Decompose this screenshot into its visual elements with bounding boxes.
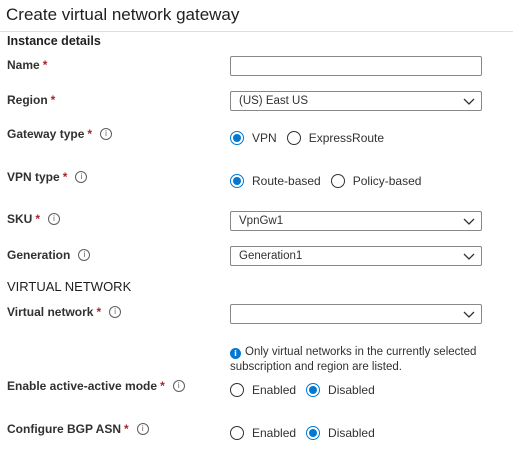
radio-label: Disabled — [328, 383, 375, 397]
chevron-down-icon — [463, 253, 475, 260]
required-marker: * — [50, 93, 56, 107]
info-icon[interactable]: i — [78, 249, 91, 261]
generation-label-text: Generation — [7, 248, 71, 262]
region-dropdown[interactable]: (US) East US — [230, 91, 482, 111]
generation-dropdown[interactable]: Generation1 — [230, 246, 482, 266]
active-active-label-text: Enable active-active mode — [7, 379, 158, 393]
sku-value: VpnGw1 — [239, 215, 284, 227]
vpn-type-label-text: VPN type — [7, 170, 60, 184]
required-marker: * — [96, 305, 102, 319]
info-filled-icon: i — [230, 348, 241, 359]
info-icon[interactable]: i — [172, 380, 185, 392]
radio-selected-icon — [306, 426, 321, 440]
info-icon[interactable]: i — [109, 306, 122, 318]
chevron-down-icon — [463, 218, 475, 225]
name-input[interactable] — [230, 56, 482, 76]
radio-label: Enabled — [252, 383, 297, 397]
sku-label-text: SKU — [7, 212, 33, 226]
radio-selected-icon — [230, 131, 244, 145]
required-marker: * — [87, 127, 93, 141]
generation-value: Generation1 — [239, 250, 303, 262]
sku-dropdown[interactable]: VpnGw1 — [230, 211, 482, 231]
virtual-network-dropdown[interactable] — [230, 304, 482, 324]
radio-label: Disabled — [328, 426, 375, 440]
required-marker: * — [42, 58, 48, 72]
bgp-asn-radio-group: Enabled Disabled — [230, 426, 385, 440]
bgp-asn-label: Configure BGP ASN * i — [7, 422, 149, 436]
radio-selected-icon — [230, 174, 244, 188]
bgp-asn-enabled-radio[interactable]: Enabled — [230, 426, 296, 440]
vpn-type-label: VPN type * i — [7, 170, 88, 184]
active-active-disabled-radio[interactable]: Disabled — [306, 383, 375, 397]
note-text: Only virtual networks in the currently s… — [230, 346, 477, 373]
virtual-network-label-text: Virtual network — [7, 305, 94, 319]
chevron-down-icon — [463, 98, 475, 105]
radio-unselected-icon — [230, 383, 244, 397]
region-value: (US) East US — [239, 95, 309, 107]
virtual-network-info-note: i Only virtual networks in the currently … — [230, 345, 500, 375]
gateway-type-label-text: Gateway type — [7, 127, 85, 141]
radio-label: Policy-based — [352, 174, 422, 188]
name-label: Name * — [7, 58, 47, 72]
bgp-asn-disabled-radio[interactable]: Disabled — [306, 426, 375, 440]
required-marker: * — [35, 212, 41, 226]
info-icon[interactable]: i — [48, 213, 61, 225]
gateway-type-vpn-radio[interactable]: VPN — [230, 131, 277, 145]
virtual-network-label: Virtual network * i — [7, 305, 122, 319]
radio-unselected-icon — [230, 426, 244, 440]
sku-label: SKU * i — [7, 212, 61, 226]
radio-unselected-icon — [330, 174, 345, 188]
required-marker: * — [62, 170, 68, 184]
vpn-type-radio-group: Route-based Policy-based — [230, 174, 431, 188]
active-active-radio-group: Enabled Disabled — [230, 383, 385, 397]
vpn-type-policy-based-radio[interactable]: Policy-based — [330, 174, 422, 188]
gateway-type-label: Gateway type * i — [7, 127, 113, 141]
info-icon[interactable]: i — [100, 128, 113, 140]
active-active-label: Enable active-active mode * i — [7, 379, 185, 393]
generation-label: Generation i — [7, 248, 91, 262]
region-label-text: Region — [7, 93, 48, 107]
page-title: Create virtual network gateway — [6, 5, 240, 24]
radio-label: ExpressRoute — [308, 131, 385, 145]
section-instance-details: Instance details — [7, 34, 101, 48]
title-divider — [0, 31, 513, 32]
radio-selected-icon — [306, 383, 321, 397]
required-marker: * — [124, 422, 129, 436]
region-label: Region * — [7, 93, 55, 107]
info-icon[interactable]: i — [75, 171, 88, 183]
radio-label: Route-based — [252, 174, 321, 188]
section-virtual-network: VIRTUAL NETWORK — [7, 279, 132, 294]
info-icon[interactable]: i — [136, 423, 149, 435]
gateway-type-expressroute-radio[interactable]: ExpressRoute — [286, 131, 385, 145]
radio-unselected-icon — [286, 131, 301, 145]
active-active-enabled-radio[interactable]: Enabled — [230, 383, 296, 397]
name-label-text: Name — [7, 58, 40, 72]
radio-label: VPN — [252, 131, 277, 145]
gateway-type-radio-group: VPN ExpressRoute — [230, 131, 394, 145]
chevron-down-icon — [463, 311, 475, 318]
bgp-asn-label-text: Configure BGP ASN — [7, 422, 122, 436]
vpn-type-route-based-radio[interactable]: Route-based — [230, 174, 321, 188]
required-marker: * — [160, 379, 165, 393]
radio-label: Enabled — [252, 426, 297, 440]
